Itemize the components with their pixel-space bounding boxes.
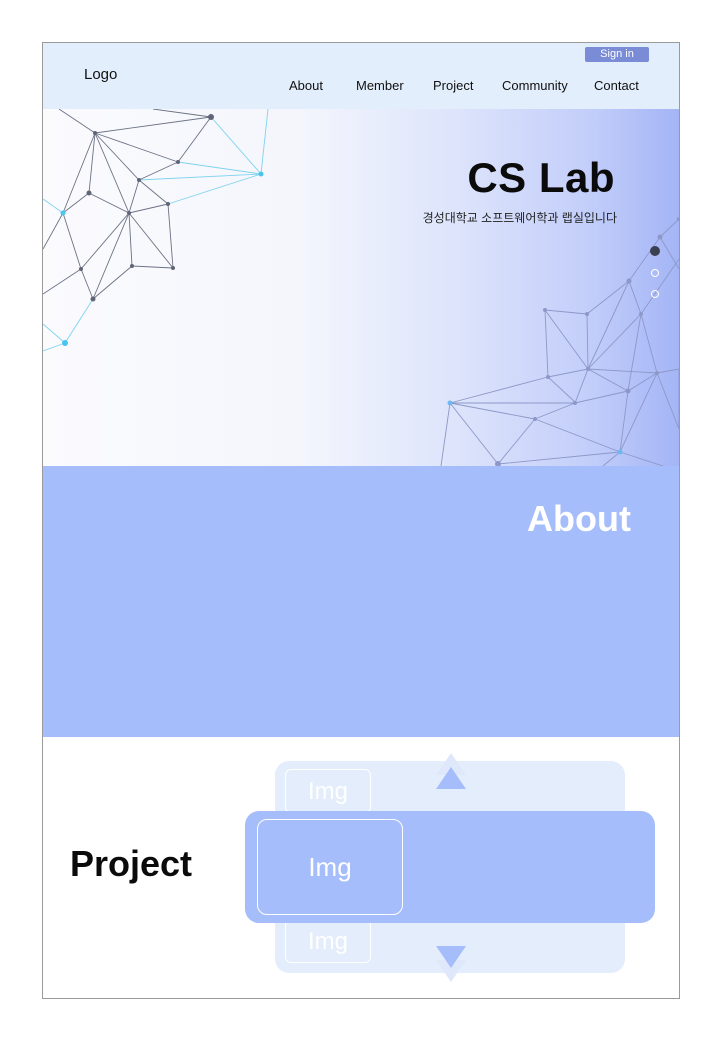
slide-dot-3[interactable] bbox=[651, 290, 659, 298]
prev-project-image[interactable]: Img bbox=[285, 769, 371, 813]
project-section: Project Img Img Img bbox=[43, 737, 679, 998]
hero-title: CS Lab bbox=[467, 154, 615, 201]
about-title: About bbox=[527, 498, 631, 539]
up-arrow-icon[interactable] bbox=[434, 751, 468, 797]
slide-dot-1[interactable] bbox=[650, 246, 660, 256]
header: Logo Sign in About Member Project Commun… bbox=[43, 43, 679, 109]
down-arrow-icon[interactable] bbox=[434, 940, 468, 986]
nav-project[interactable]: Project bbox=[433, 78, 473, 93]
page-frame: Logo Sign in About Member Project Commun… bbox=[42, 42, 680, 999]
logo[interactable]: Logo bbox=[84, 66, 117, 83]
sign-in-button[interactable]: Sign in bbox=[585, 47, 649, 62]
slide-indicator bbox=[649, 246, 661, 311]
nav-contact[interactable]: Contact bbox=[594, 78, 639, 93]
nav-member[interactable]: Member bbox=[356, 78, 404, 93]
project-title: Project bbox=[70, 843, 193, 884]
hero-subtitle: 경성대학교 소프트웨어학과 랩실입니다 bbox=[422, 211, 617, 225]
next-project-image[interactable]: Img bbox=[285, 919, 371, 963]
slide-dot-2[interactable] bbox=[651, 269, 659, 277]
nav-community[interactable]: Community bbox=[502, 78, 568, 93]
hero-banner: CS Lab 경성대학교 소프트웨어학과 랩실입니다 bbox=[43, 109, 679, 466]
nav-about[interactable]: About bbox=[289, 78, 323, 93]
project-card[interactable]: Img bbox=[245, 811, 655, 923]
about-section: About bbox=[43, 466, 679, 737]
project-image[interactable]: Img bbox=[257, 819, 403, 915]
